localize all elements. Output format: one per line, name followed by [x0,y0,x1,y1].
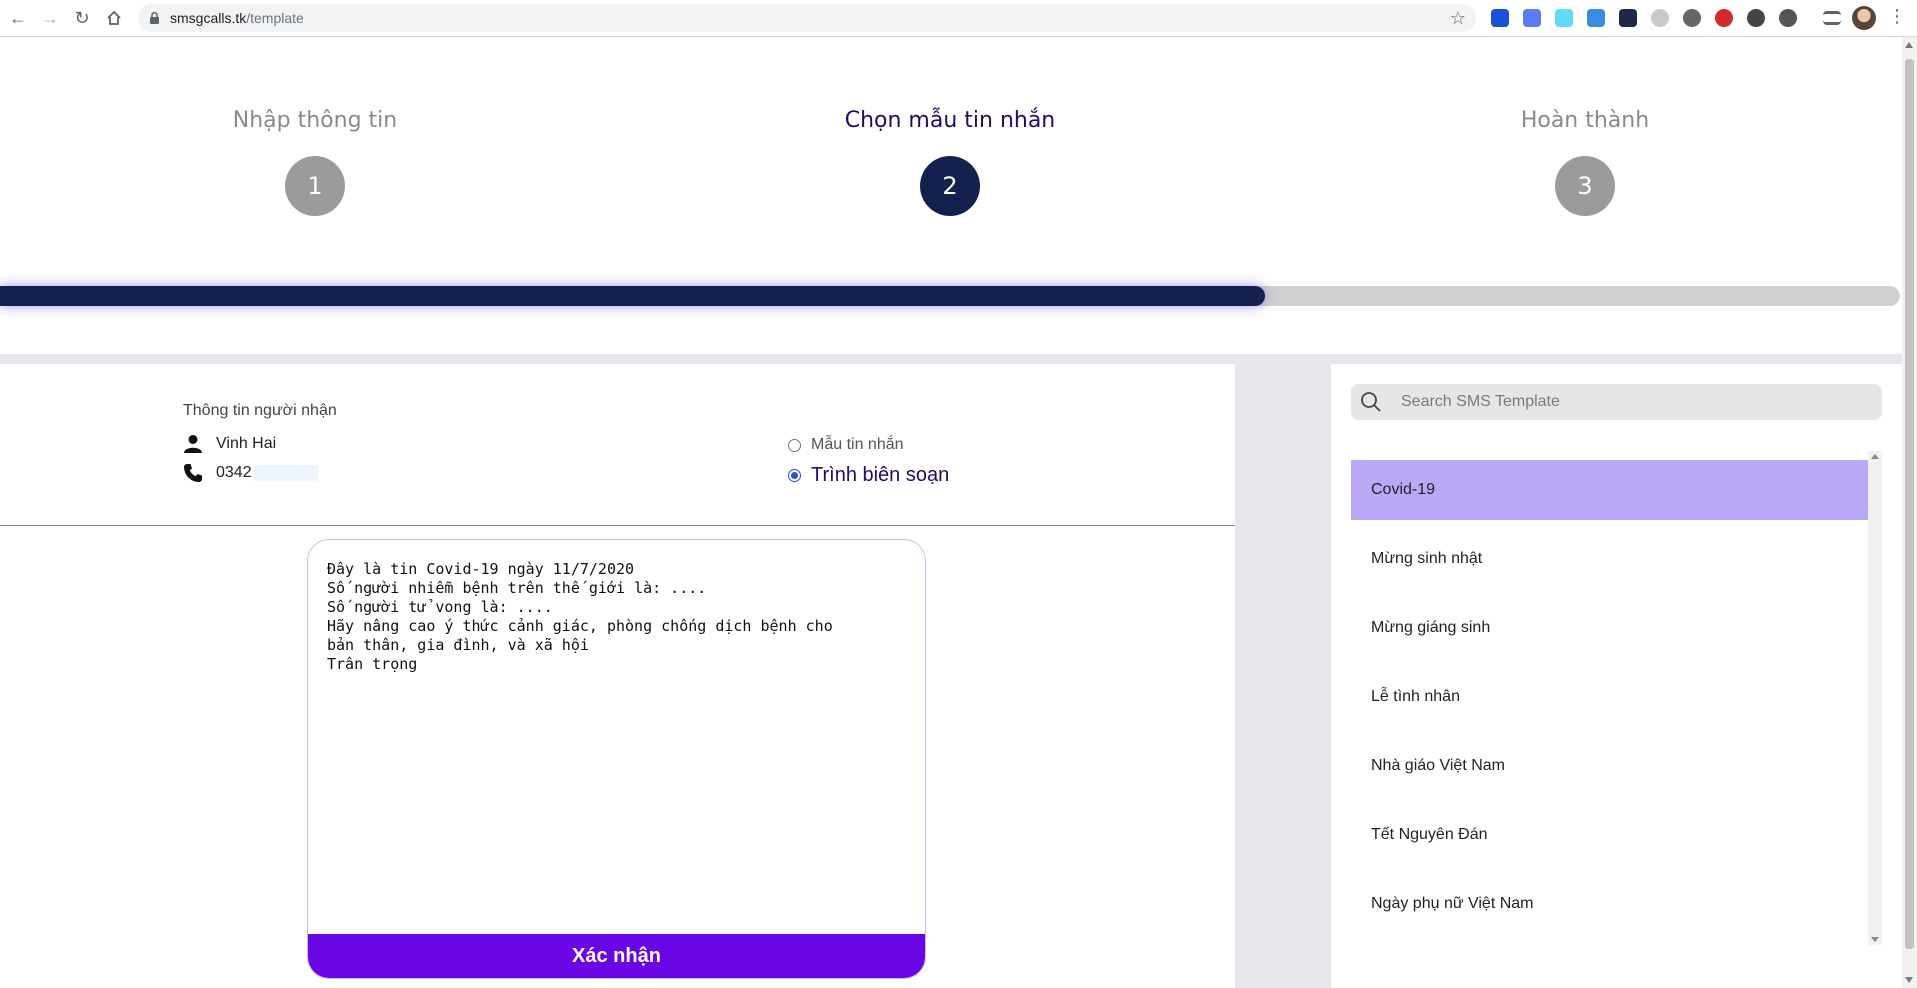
browser-extension-icon[interactable] [1523,9,1541,27]
confirm-button[interactable]: Xác nhận [308,934,925,978]
browser-toolbar: ← → ↻ smsgcalls.tk/template ☆ ⋮ [0,0,1917,37]
progress-bar-fill [0,286,1266,306]
template-item[interactable]: Nhà giáo Việt Nam [1351,736,1868,796]
recipient-phone-row: 0342 [183,463,318,483]
recipient-phone: 0342 [216,464,252,481]
radio-template-mode-input[interactable] [788,438,801,452]
progress-bar [0,286,1900,306]
radio-template-mode-label[interactable]: Mẫu tin nhắn [811,436,904,454]
template-item[interactable]: Ngày phụ nữ Việt Nam [1351,874,1868,934]
step-3-circle: 3 [1555,156,1615,216]
radio-template-mode[interactable]: Mẫu tin nhắn [788,436,904,454]
recipient-title: Thông tin người nhận [183,402,337,419]
radio-editor-mode-input[interactable] [788,469,801,482]
template-search-input[interactable] [1401,384,1871,420]
reload-icon[interactable]: ↻ [70,6,94,30]
browser-extension-icon[interactable] [1555,9,1573,27]
template-item[interactable]: Mừng sinh nhật [1351,529,1868,589]
panel-gutter [1235,364,1331,988]
step-2-circle: 2 [920,156,980,216]
section-divider [0,354,1902,364]
scroll-down-arrow-icon[interactable] [1905,977,1913,983]
browser-extension-icon[interactable] [1779,9,1797,27]
step-2: Chọn mẫu tin nhắn 2 [800,106,1100,216]
template-item[interactable]: Mừng giáng sinh [1351,598,1868,658]
recipient-name-row: Vinh Hai [183,434,276,454]
browser-extension-icon[interactable] [1587,9,1605,27]
step-3-label: Hoàn thành [1520,108,1650,133]
user-icon [184,435,202,453]
phone-redaction [253,465,318,481]
browser-extension-icon[interactable] [1747,9,1765,27]
radio-editor-mode[interactable]: Trình biên soạn [788,464,949,487]
url-text: smsgcalls.tk/template [170,10,304,26]
template-item[interactable]: Covid-19 [1351,460,1868,520]
forward-arrow-icon[interactable]: → [38,6,62,30]
address-bar[interactable]: smsgcalls.tk/template ☆ [138,4,1476,32]
template-search-box [1351,384,1882,420]
template-item[interactable]: Tết Nguyên Đán [1351,805,1868,865]
scroll-up-arrow-icon[interactable] [1905,42,1913,48]
radio-editor-mode-label[interactable]: Trình biên soạn [811,464,949,487]
browser-menu-icon[interactable]: ⋮ [1888,6,1906,27]
lock-icon [150,12,159,24]
back-arrow-icon[interactable]: ← [6,6,30,30]
profile-avatar[interactable] [1852,6,1876,30]
message-textarea[interactable] [308,540,925,936]
page-scrollbar[interactable] [1902,37,1917,988]
browser-extension-icon[interactable] [1619,9,1637,27]
step-3: Hoàn thành 3 [1435,106,1735,216]
template-list-scrollbar-thumb[interactable] [1870,463,1880,933]
recipient-name: Vinh Hai [216,435,277,452]
template-panel: Covid-19 Mừng sinh nhật Mừng giáng sinh Lễ … [1331,364,1902,988]
page-scrollbar-thumb[interactable] [1905,59,1914,949]
step-1: Nhập thông tin 1 [165,106,465,216]
template-item[interactable]: Lễ tình nhân [1351,667,1868,727]
panel-divider [0,525,1235,526]
browser-extension-icon[interactable] [1651,9,1669,27]
template-list-scrollbar[interactable] [1868,451,1882,945]
step-1-label: Nhập thông tin [232,108,398,133]
bookmark-star-icon[interactable]: ☆ [1450,8,1466,29]
message-editor: Xác nhận [307,539,926,979]
browser-extension-icon[interactable] [1491,9,1509,27]
step-1-circle: 1 [285,156,345,216]
phone-icon [184,464,202,482]
list-scroll-down-arrow-icon[interactable] [1871,937,1879,942]
compose-panel: Thông tin người nhận Vinh Hai 0342 Mẫu t… [0,364,1235,988]
home-icon[interactable] [102,6,126,30]
browser-extension-icon[interactable] [1683,9,1701,27]
browser-extension-icon[interactable] [1715,9,1733,27]
step-2-label: Chọn mẫu tin nhắn [844,108,1056,133]
list-scroll-up-arrow-icon[interactable] [1871,454,1879,459]
reading-list-icon[interactable] [1823,11,1841,25]
search-icon [1361,392,1381,412]
template-list: Covid-19 Mừng sinh nhật Mừng giáng sinh Lễ … [1351,460,1868,948]
